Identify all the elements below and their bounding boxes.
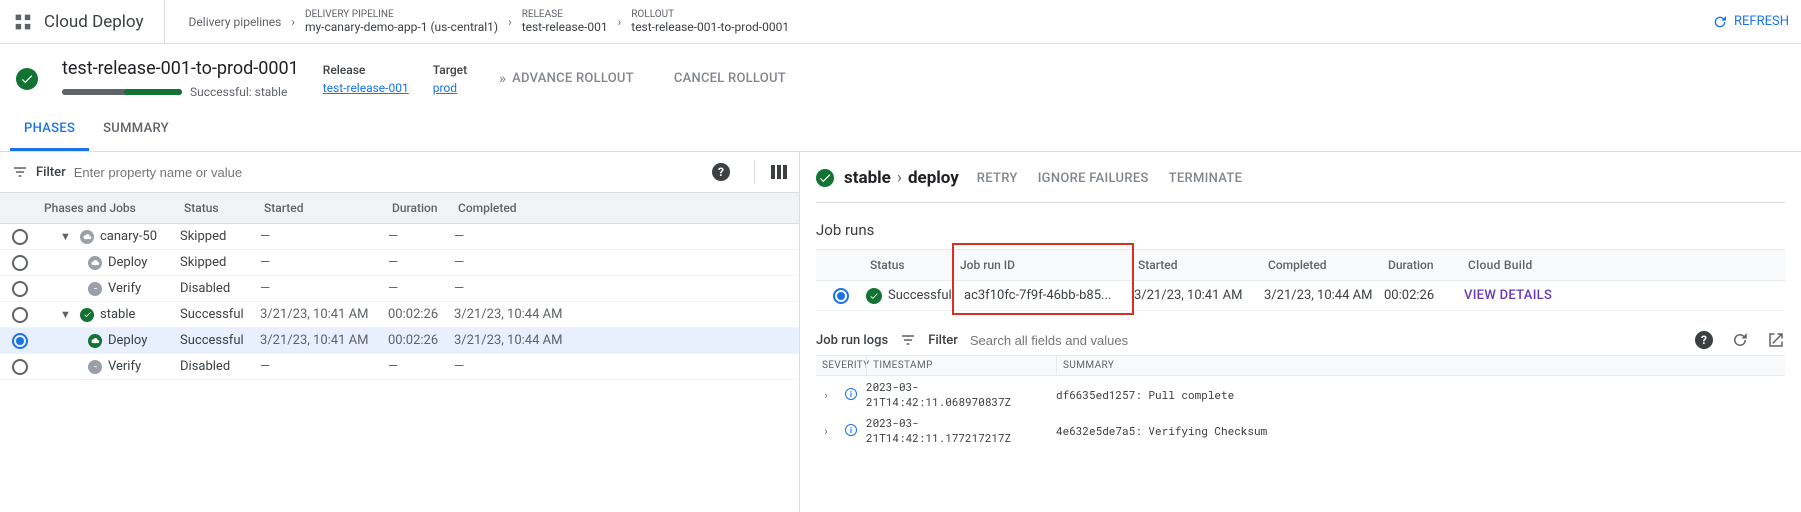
refresh-button[interactable]: REFRESH xyxy=(1712,14,1789,30)
view-details-link[interactable]: VIEW DETAILS xyxy=(1464,288,1574,303)
radio-icon[interactable] xyxy=(12,255,28,271)
log-header: SEVERITY TIMESTAMP SUMMARY xyxy=(816,355,1785,376)
detail-title-row: stable › deploy RETRY IGNORE FAILURES TE… xyxy=(816,168,1785,203)
filter-icon xyxy=(12,164,28,180)
cloud-deploy-logo-icon xyxy=(12,11,34,33)
cloud-icon xyxy=(88,334,102,348)
expand-icon[interactable]: › xyxy=(816,387,836,402)
advance-rollout-button[interactable]: » ADVANCE ROLLOUT xyxy=(491,65,642,93)
logs-filter-input[interactable] xyxy=(970,333,1683,348)
open-external-icon[interactable] xyxy=(1767,331,1785,349)
help-icon[interactable]: ? xyxy=(712,163,730,181)
radio-icon[interactable] xyxy=(12,333,28,349)
filter-bar: Filter ? xyxy=(0,152,799,192)
stop-icon xyxy=(88,360,102,374)
meta-release: Release test-release-001 xyxy=(323,63,409,95)
job-run-id: ac3f10fc-7f9f-46bb-b85... xyxy=(956,288,1134,303)
radio-icon[interactable] xyxy=(12,359,28,375)
filter-input[interactable] xyxy=(74,165,704,180)
status-success-icon xyxy=(16,68,38,90)
phase-row[interactable]: ▼canary-50Skipped——— xyxy=(0,224,799,250)
terminate-button[interactable]: TERMINATE xyxy=(1169,171,1243,186)
product-logo-block: Cloud Deploy xyxy=(12,11,164,33)
page-title: test-release-001-to-prod-0001 xyxy=(62,58,299,79)
info-icon: i xyxy=(845,424,857,436)
rollout-header: test-release-001-to-prod-0001 Successful… xyxy=(0,44,1801,109)
runs-header: Status Job run ID Started Completed Dura… xyxy=(816,249,1785,281)
phase-row[interactable]: ▼stableSuccessful3/21/23, 10:41 AM00:02:… xyxy=(0,302,799,328)
radio-selected-icon[interactable] xyxy=(833,288,849,304)
chevron-right-icon: › xyxy=(289,15,297,29)
progress-bar xyxy=(62,89,182,95)
tab-summary[interactable]: SUMMARY xyxy=(89,109,183,151)
refresh-icon xyxy=(1712,14,1728,30)
log-row[interactable]: ›i2023-03-21T14:42:11.068970837Zdf6635ed… xyxy=(816,376,1785,412)
retry-button[interactable]: RETRY xyxy=(977,171,1018,186)
breadcrumb-pipeline[interactable]: DELIVERY PIPELINE my-canary-demo-app-1 (… xyxy=(297,9,506,34)
chevron-down-icon[interactable]: ▼ xyxy=(60,308,74,321)
expand-icon[interactable]: › xyxy=(816,423,836,438)
job-runs-label: Job runs xyxy=(816,221,1785,239)
job-row[interactable]: VerifyDisabled——— xyxy=(0,354,799,380)
chevron-right-icon: › xyxy=(506,15,514,29)
radio-icon[interactable] xyxy=(12,229,28,245)
chevron-right-icon: › xyxy=(897,168,902,188)
job-run-row[interactable]: Successful ac3f10fc-7f9f-46bb-b85... 3/2… xyxy=(816,281,1785,311)
breadcrumb-release[interactable]: RELEASE test-release-001 xyxy=(514,9,616,34)
job-row[interactable]: DeploySkipped——— xyxy=(0,250,799,276)
refresh-icon[interactable] xyxy=(1731,331,1749,349)
radio-icon[interactable] xyxy=(12,281,28,297)
chevron-down-icon[interactable]: ▼ xyxy=(60,230,74,243)
filter-icon xyxy=(900,332,916,348)
logs-label: Job run logs xyxy=(816,333,888,348)
breadcrumb: Delivery pipelines › DELIVERY PIPELINE m… xyxy=(164,0,798,43)
ignore-failures-button[interactable]: IGNORE FAILURES xyxy=(1038,171,1149,186)
progress-label: Successful: stable xyxy=(190,85,287,99)
cloud-icon xyxy=(88,256,102,270)
detail-pane: stable › deploy RETRY IGNORE FAILURES TE… xyxy=(800,152,1801,512)
breadcrumb-rollout: ROLLOUT test-release-001-to-prod-0001 xyxy=(623,9,797,34)
status-success-icon xyxy=(866,288,882,304)
detail-title: stable › deploy xyxy=(844,168,959,188)
stop-icon xyxy=(88,282,102,296)
check-icon xyxy=(80,308,94,322)
info-icon: i xyxy=(845,388,857,400)
cloud-icon xyxy=(80,230,94,244)
help-icon[interactable]: ? xyxy=(1695,331,1713,349)
breadcrumb-root[interactable]: Delivery pipelines xyxy=(181,15,290,29)
cancel-rollout-button[interactable]: CANCEL ROLLOUT xyxy=(666,65,794,92)
product-name: Cloud Deploy xyxy=(44,12,144,32)
job-row[interactable]: VerifyDisabled——— xyxy=(0,276,799,302)
phases-pane: Filter ? Phases and Jobs Status Started … xyxy=(0,152,800,512)
columns-icon[interactable] xyxy=(754,160,787,184)
double-chevron-icon: » xyxy=(499,71,506,87)
meta-target: Target prod xyxy=(433,63,467,95)
target-link[interactable]: prod xyxy=(433,81,467,95)
chevron-right-icon: › xyxy=(616,15,624,29)
filter-label: Filter xyxy=(36,165,66,180)
release-link[interactable]: test-release-001 xyxy=(323,81,409,95)
tabs: PHASES SUMMARY xyxy=(0,109,1801,152)
radio-icon[interactable] xyxy=(12,307,28,323)
progress-row: Successful: stable xyxy=(62,85,299,99)
logs-bar: Job run logs Filter ? xyxy=(816,325,1785,355)
rollout-title-block: test-release-001-to-prod-0001 Successful… xyxy=(62,58,299,99)
status-success-icon xyxy=(816,169,834,187)
job-row[interactable]: DeploySuccessful3/21/23, 10:41 AM00:02:2… xyxy=(0,328,799,354)
log-row[interactable]: ›i2023-03-21T14:42:11.177217217Z4e632e5d… xyxy=(816,412,1785,448)
topbar: Cloud Deploy Delivery pipelines › DELIVE… xyxy=(0,0,1801,44)
tab-phases[interactable]: PHASES xyxy=(10,109,89,151)
grid-header: Phases and Jobs Status Started Duration … xyxy=(0,192,799,224)
